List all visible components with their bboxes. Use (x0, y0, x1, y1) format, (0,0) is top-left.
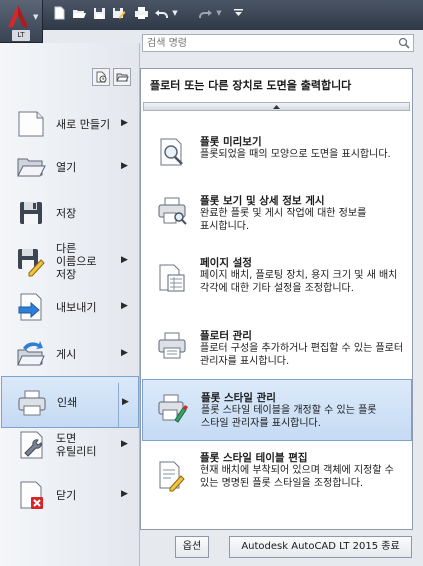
submenu-item-description: 플롯 스타일 테이블을 개정할 수 있는 플롯 스타일 관리자를 표시합니다. (201, 405, 377, 429)
chevron-right-icon: ▶ (121, 255, 128, 265)
search-box[interactable] (142, 34, 414, 52)
export-icon (18, 293, 42, 321)
exit-application-button[interactable]: Autodesk AutoCAD LT 2015 종료 (229, 536, 412, 558)
page-setup-icon (159, 264, 185, 292)
submenu-item-edit-plot-style-tables[interactable]: 플롯 스타일 테이블 편집 현재 배치에 부착되어 있으며 객체에 지정할 수 … (142, 446, 412, 526)
manage-plot-styles-icon (158, 394, 188, 423)
menu-item-close[interactable]: 닫기 ▶ (1, 466, 139, 524)
submenu-item-description: 현재 배치에 부착되어 있으며 객체에 지정할 수 있는 명명된 플롯 스타일을… (200, 465, 394, 489)
chevron-right-icon: ▶ (121, 439, 128, 449)
chevron-right-icon: ▶ (121, 489, 128, 499)
chevron-up-icon (273, 104, 280, 109)
submenu-item-title: 플롯 미리보기 (200, 136, 262, 148)
search-icon[interactable] (398, 36, 410, 50)
chevron-right-icon: ▶ (121, 348, 128, 358)
submenu-item-view-plot-details[interactable]: 플롯 보기 및 상세 정보 게시 완료한 플롯 및 게시 작업에 대한 정보를 … (142, 189, 412, 251)
submenu-item-title: 페이지 설정 (200, 257, 252, 269)
scroll-up-button[interactable] (143, 102, 410, 111)
recent-documents-button[interactable] (92, 68, 110, 86)
submenu-item-description: 플롯되었을 때의 모양으로 도면을 표시합니다. (200, 149, 391, 160)
submenu-item-description: 페이지 배치, 플로팅 장치, 용지 크기 및 새 배치 각각에 대한 기타 설… (200, 270, 398, 294)
title-bar: ▼ ▼ (0, 0, 423, 30)
undo-icon[interactable] (152, 4, 170, 22)
chevron-right-icon[interactable]: ▶ (122, 397, 129, 407)
undo-dropdown-icon[interactable]: ▼ (170, 4, 180, 22)
chevron-down-icon: ▼ (33, 13, 39, 21)
menu-item-label: 닫기 (56, 488, 77, 502)
autocad-logo-icon (8, 5, 28, 27)
options-button[interactable]: 옵션 (175, 536, 209, 558)
floppy-disk-icon (20, 202, 42, 224)
new-document-icon (18, 111, 44, 137)
menu-item-publish[interactable]: 게시 ▶ (1, 325, 139, 383)
submenu-item-title: 플롯 보기 및 상세 정보 게시 (200, 195, 325, 207)
chevron-right-icon: ▶ (121, 118, 128, 128)
open-documents-button[interactable] (113, 68, 131, 86)
submenu-item-manage-plot-styles[interactable]: 플롯 스타일 관리 플롯 스타일 테이블을 개정할 수 있는 플롯 스타일 관리… (142, 379, 412, 441)
close-document-icon (20, 481, 43, 509)
application-button[interactable]: ▼ LT (0, 0, 43, 43)
panel-title: 플로터 또는 다른 장치로 도면을 출력합니다 (150, 79, 352, 92)
chevron-right-icon: ▶ (121, 301, 128, 311)
search-input[interactable] (147, 36, 387, 50)
plot-preview-icon (160, 138, 183, 166)
new-icon[interactable] (50, 4, 68, 22)
submenu-item-page-setup[interactable]: 페이지 설정 페이지 배치, 플로팅 장치, 용지 크기 및 새 배치 각각에 … (142, 251, 412, 321)
save-as-icon[interactable] (110, 4, 128, 22)
folder-open-icon (17, 158, 46, 177)
submenu-item-description: 플로터 구성을 추가하거나 편집할 수 있는 플로터 관리자를 표시합니다. (200, 343, 404, 367)
print-submenu-panel: 플로터 또는 다른 장치로 도면을 출력합니다 플롯 미리보기 플롯되었을 때의… (140, 68, 413, 530)
save-as-icon (18, 249, 45, 277)
submenu-item-title: 플롯 스타일 관리 (201, 392, 276, 404)
open-documents-icon (115, 73, 129, 81)
submenu-item-title: 플롯 스타일 테이블 편집 (200, 452, 308, 464)
redo-icon[interactable] (196, 4, 214, 22)
wrench-icon (20, 431, 43, 459)
chevron-right-icon: ▶ (121, 161, 128, 171)
submenu-item-description: 완료한 플롯 및 게시 작업에 대한 정보를 표시합니다. (200, 208, 367, 232)
recent-documents-icon (96, 71, 107, 83)
menu-item-label: 게시 (56, 347, 77, 361)
open-icon[interactable] (70, 4, 88, 22)
manage-plotters-icon (158, 332, 186, 359)
print-icon[interactable] (132, 4, 150, 22)
plot-details-icon (158, 197, 187, 225)
submenu-item-plot-preview[interactable]: 플롯 미리보기 플롯되었을 때의 모양으로 도면을 표시합니다. (142, 130, 412, 186)
printer-icon (18, 390, 46, 416)
publish-icon (17, 341, 45, 366)
submenu-item-title: 플로터 관리 (200, 330, 252, 342)
edition-badge: LT (12, 30, 30, 41)
edit-plot-style-tables-icon (159, 461, 185, 492)
redo-dropdown-icon[interactable]: ▼ (214, 4, 224, 22)
submenu-item-manage-plotters[interactable]: 플로터 관리 플로터 구성을 추가하거나 편집할 수 있는 플로터 관리자를 표… (142, 324, 412, 379)
save-icon[interactable] (90, 4, 108, 22)
customize-dropdown-icon[interactable] (232, 4, 244, 22)
